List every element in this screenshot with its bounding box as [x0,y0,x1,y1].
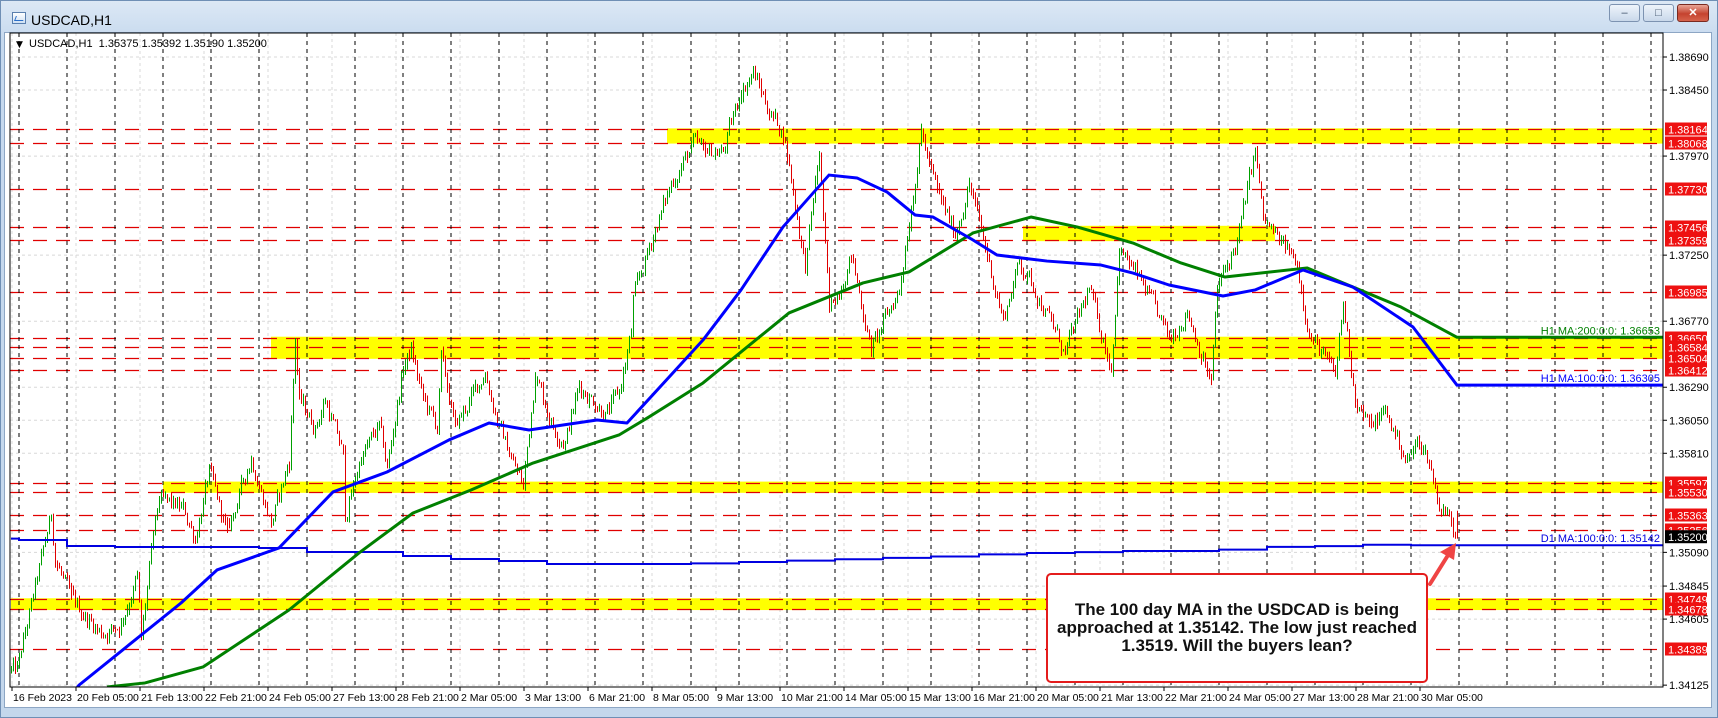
ma-d1-100-label: D1 MA:100:0:0: 1.35142 [1541,533,1660,545]
annotation-box: The 100 day MA in the USDCAD is being ap… [1046,573,1428,683]
ma-h1-100-label: H1 MA:100:0:0: 1.36305 [1541,373,1660,385]
level-price-label: 1.35530 [1668,488,1708,500]
time-tick-label: 8 Mar 05:00 [653,692,709,704]
price-tick-label: 1.34845 [1669,581,1709,593]
ma-h1-200-label: H1 MA:200:0:0: 1.36653 [1541,325,1660,337]
level-price-label: 1.35363 [1668,511,1708,523]
price-tick-label: 1.35810 [1669,448,1709,460]
time-tick-label: 3 Mar 13:00 [525,692,581,704]
level-price-label: 1.34678 [1668,605,1708,617]
price-chart[interactable]: H1 MA:200:0:0: 1.36653 H1 MA:100:0:0: 1.… [0,0,1718,718]
time-tick-label: 14 Mar 05:00 [845,692,907,704]
time-tick-label: 21 Mar 13:00 [1101,692,1163,704]
time-tick-label: 16 Feb 2023 [13,692,72,704]
level-price-label: 1.37359 [1668,236,1708,248]
time-tick-label: 20 Mar 05:00 [1037,692,1099,704]
time-tick-label: 27 Mar 13:00 [1293,692,1355,704]
time-tick-label: 28 Feb 21:00 [397,692,459,704]
level-price-label: 1.38164 [1668,125,1708,137]
time-tick-label: 22 Mar 21:00 [1165,692,1227,704]
time-axis[interactable]: 16 Feb 2023 20 Feb 05:00 21 Feb 13:00 22 Fe… [11,687,1483,704]
level-price-label: 1.38068 [1668,139,1708,151]
time-tick-label: 21 Feb 13:00 [141,692,203,704]
time-tick-label: 2 Mar 05:00 [461,692,517,704]
price-tick-label: 1.38690 [1669,52,1709,64]
ma-d1-100-line [11,537,1663,566]
level-price-label: 1.36985 [1668,288,1708,300]
annotation-line-1: The 100 day MA in the USDCAD is being [1074,600,1400,619]
price-tick-label: 1.37250 [1669,250,1709,262]
level-price-label: 1.34389 [1668,645,1708,657]
chart-header-ohlc: USDCAD,H1 1.35375 1.35392 1.35190 1.3520… [29,38,267,50]
annotation-arrow [1428,543,1456,586]
annotation-line-2: approached at 1.35142. The low just reac… [1057,618,1417,637]
time-tick-label: 27 Feb 13:00 [333,692,395,704]
time-tick-label: 28 Mar 21:00 [1357,692,1419,704]
price-tick-label: 1.38450 [1669,85,1709,97]
horizontal-levels [10,128,1663,651]
collapse-triangle-icon[interactable]: ▼ [16,40,23,50]
price-tick-label: 1.36050 [1669,415,1709,427]
time-tick-label: 24 Mar 05:00 [1229,692,1291,704]
price-tick-label: 1.34125 [1669,680,1709,692]
ma-h1-200-line [106,215,1663,687]
price-tick-label: 1.35090 [1669,547,1709,559]
time-tick-label: 15 Mar 13:00 [909,692,971,704]
time-tick-label: 30 Mar 05:00 [1421,692,1483,704]
time-tick-label: 10 Mar 21:00 [781,692,843,704]
level-price-label: 1.37730 [1668,185,1708,197]
yellow-zone [667,128,1663,144]
level-price-label: 1.37456 [1668,223,1708,235]
current-price-label: 1.35200 [1668,532,1708,544]
price-axis[interactable]: 1.38690 1.38450 1.37970 1.37250 1.36770 1.362… [1663,52,1709,692]
annotation-line-3: 1.3519. Will the buyers lean? [1121,636,1353,655]
time-tick-label: 16 Mar 21:00 [973,692,1035,704]
time-tick-label: 6 Mar 21:00 [589,692,645,704]
price-tick-label: 1.36770 [1669,316,1709,328]
time-tick-label: 9 Mar 13:00 [717,692,773,704]
level-price-label: 1.36412 [1668,366,1708,378]
time-tick-label: 20 Feb 05:00 [77,692,139,704]
price-tick-label: 1.36290 [1669,382,1709,394]
time-tick-label: 24 Feb 05:00 [269,692,331,704]
price-tick-label: 1.37970 [1669,151,1709,163]
time-tick-label: 22 Feb 21:00 [205,692,267,704]
